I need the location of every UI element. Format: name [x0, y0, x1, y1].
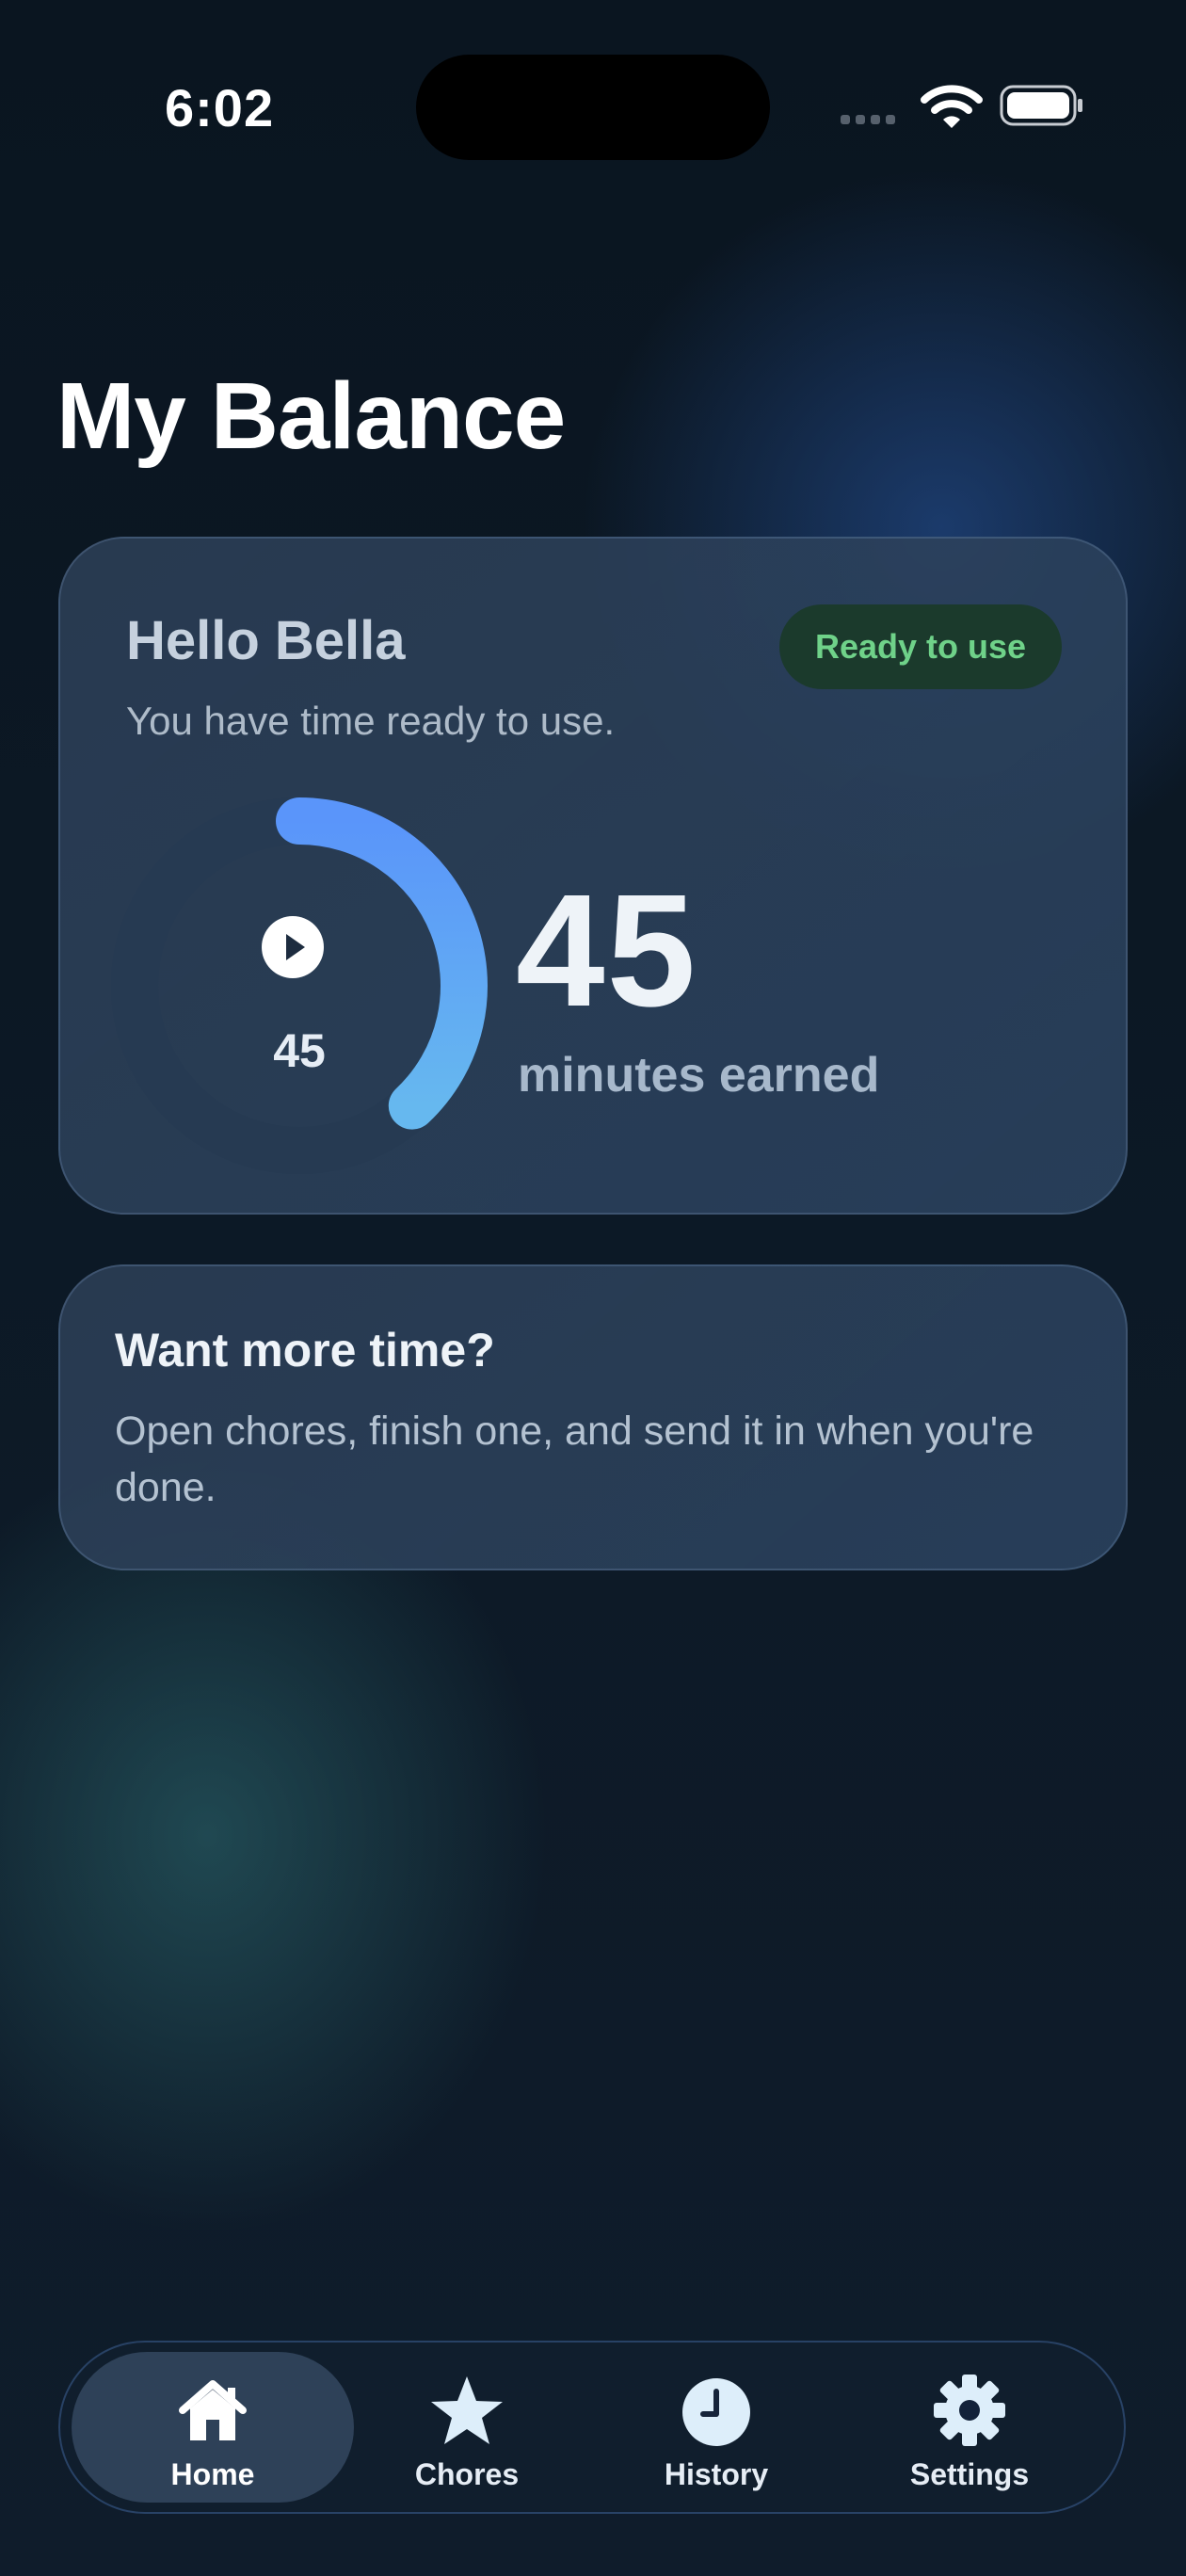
wifi-icon [921, 85, 983, 128]
house-icon [179, 2380, 247, 2440]
minutes-value: 45 [516, 861, 698, 1040]
play-icon[interactable] [261, 915, 325, 979]
gear-icon [934, 2375, 1005, 2446]
minutes-label: minutes earned [518, 1048, 880, 1103]
more-time-card: Want more time? Open chores, finish one,… [58, 1264, 1128, 1570]
tab-home[interactable]: Home [72, 2352, 354, 2503]
tab-label-chores: Chores [414, 2457, 520, 2491]
balance-subtitle: You have time ready to use. [126, 699, 616, 743]
tab-history[interactable]: History [575, 2352, 857, 2503]
tab-label-history: History [664, 2457, 769, 2491]
dynamic-island [416, 55, 770, 160]
status-time: 6:02 [165, 78, 275, 137]
status-bar: 6:02 [0, 0, 1186, 188]
clock-icon [682, 2378, 750, 2446]
tab-settings[interactable]: Settings [828, 2352, 1111, 2503]
cellular-signal-icon [841, 115, 895, 124]
greeting: Hello Bella [126, 610, 406, 671]
tab-label-home: Home [170, 2457, 255, 2491]
battery-icon [1000, 85, 1082, 126]
tab-label-settings: Settings [909, 2457, 1030, 2491]
more-time-text: Open chores, finish one, and send it in … [115, 1409, 1034, 1510]
tab-chores[interactable]: Chores [326, 2352, 608, 2503]
status-badge: Ready to use [779, 604, 1062, 689]
page-title: My Balance [56, 363, 566, 469]
time-progress-ring [111, 797, 488, 1174]
balance-card: Hello Bella You have time ready to use. … [58, 537, 1128, 1215]
tab-bar: Home Chores History Settings [58, 2341, 1126, 2514]
ring-value: 45 [273, 1024, 326, 1077]
more-time-title: Want more time? [115, 1324, 495, 1377]
star-icon [431, 2376, 503, 2444]
